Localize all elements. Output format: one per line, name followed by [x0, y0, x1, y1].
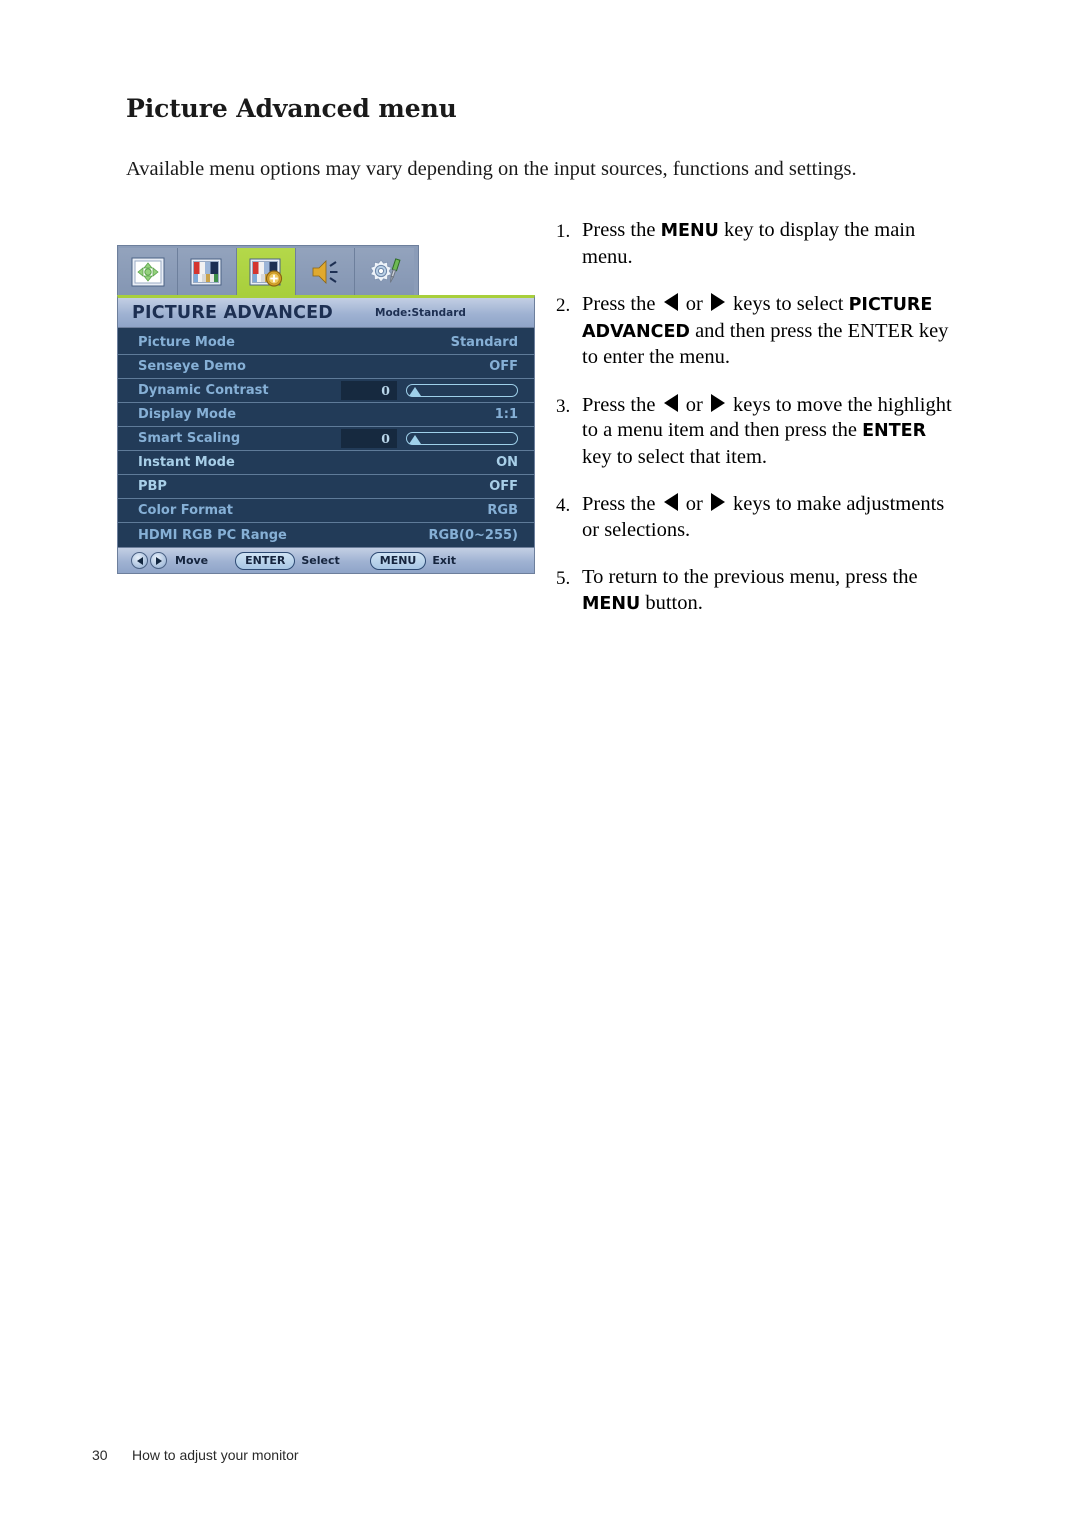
- gear-screwdriver-icon: [368, 257, 402, 287]
- step-text: Press the or keys to make adjustments or…: [582, 493, 945, 541]
- step-number: 5.: [556, 568, 571, 589]
- osd-row-value: 1:1: [494, 407, 518, 422]
- exit-label: Exit: [432, 554, 457, 567]
- osd-slider-track[interactable]: [406, 432, 518, 445]
- osd-menu-list: Picture Mode Standard Senseye Demo OFF Dynam…: [117, 328, 535, 547]
- step-number: 4.: [556, 495, 571, 516]
- system-tab[interactable]: [355, 248, 414, 295]
- picture-advanced-plus-icon: [249, 257, 283, 287]
- osd-menu-row[interactable]: Color Format RGB: [118, 499, 534, 523]
- osd-row-value: Standard: [450, 335, 518, 350]
- step-text: Press the or keys to move the highlight …: [582, 393, 952, 468]
- osd-slider-knob[interactable]: [409, 435, 421, 444]
- osd-row-label: Color Format: [138, 503, 234, 518]
- osd-slider-track[interactable]: [406, 384, 518, 397]
- osd-slider-value: 0: [341, 429, 397, 448]
- osd-menu-row[interactable]: Display Mode 1:1: [118, 403, 534, 427]
- speaker-icon: [308, 257, 342, 287]
- step-text: Press the or keys to select PICTURE ADVA…: [582, 293, 949, 368]
- osd-slider-value: 0: [341, 381, 397, 400]
- osd-row-label: Smart Scaling: [138, 431, 241, 446]
- osd-slider[interactable]: 0: [341, 381, 518, 400]
- osd-row-label: PBP: [138, 479, 167, 494]
- instruction-step: 1. Press the MENU key to display the main…: [556, 218, 956, 270]
- right-arrow-button[interactable]: [150, 552, 167, 569]
- osd-mode-indicator: Mode:Standard: [375, 306, 466, 319]
- osd-menu-row[interactable]: PBP OFF: [118, 475, 534, 499]
- emphasised-key-name: MENU: [582, 593, 641, 614]
- left-arrow-icon: [663, 393, 678, 412]
- right-arrow-icon: [710, 393, 725, 412]
- page-title: Picture Advanced menu: [126, 94, 457, 123]
- instruction-step: 5. To return to the previous menu, press …: [556, 565, 956, 617]
- emphasised-key-name: MENU: [660, 221, 719, 241]
- step-number: 3.: [556, 395, 571, 417]
- instruction-steps: 1. Press the MENU key to display the main…: [556, 218, 956, 639]
- osd-menu-row[interactable]: Instant Mode ON: [118, 451, 534, 475]
- osd-row-label: HDMI RGB PC Range: [138, 527, 287, 543]
- osd-menu-row[interactable]: Senseye Demo OFF: [118, 355, 534, 379]
- footer-section-title: How to adjust your monitor: [132, 1447, 299, 1463]
- picture-tab[interactable]: [178, 248, 237, 295]
- footer-page-number: 30: [92, 1447, 108, 1463]
- page-footer: 30 How to adjust your monitor: [92, 1447, 299, 1463]
- osd-title-bar: PICTURE ADVANCED Mode:Standard: [117, 295, 535, 328]
- osd-menu-row[interactable]: Picture Mode Standard: [118, 331, 534, 355]
- osd-row-value: RGB: [487, 503, 518, 518]
- osd-slider[interactable]: 0: [341, 429, 518, 448]
- osd-menu-row[interactable]: Smart Scaling 0: [118, 427, 534, 451]
- left-arrow-button[interactable]: [131, 552, 148, 569]
- osd-tab-bar: [117, 245, 419, 295]
- right-arrow-icon: [710, 493, 725, 511]
- osd-screenshot: PICTURE ADVANCED Mode:Standard Picture M…: [117, 245, 535, 574]
- picture-color-bars-icon: [190, 257, 224, 287]
- osd-control-bar: Move ENTER Select MENU Exit: [117, 547, 535, 574]
- osd-menu-row[interactable]: Dynamic Contrast 0: [118, 379, 534, 403]
- osd-row-label: Senseye Demo: [138, 359, 246, 374]
- osd-menu-title: PICTURE ADVANCED: [132, 302, 333, 323]
- instruction-step: 3. Press the or keys to move the highligh…: [556, 393, 956, 471]
- osd-row-value: ON: [496, 455, 518, 470]
- enter-button[interactable]: ENTER: [235, 551, 296, 570]
- display-tab[interactable]: [119, 248, 178, 295]
- osd-row-value: RGB(0~255): [428, 527, 518, 543]
- instruction-step: 2. Press the or keys to select PICTURE AD…: [556, 292, 956, 371]
- audio-tab[interactable]: [296, 248, 355, 295]
- osd-row-label: Dynamic Contrast: [138, 383, 269, 398]
- instruction-step: 4. Press the or keys to make adjustments …: [556, 492, 956, 543]
- step-text: Press the MENU key to display the main m…: [582, 219, 916, 268]
- step-text: To return to the previous menu, press th…: [582, 566, 918, 614]
- osd-row-label: Picture Mode: [138, 335, 235, 350]
- picture-advanced-tab[interactable]: [237, 248, 296, 295]
- osd-row-value: OFF: [489, 479, 518, 494]
- step-number: 2.: [556, 295, 571, 316]
- step-number: 1.: [556, 221, 571, 242]
- emphasised-key-name: ENTER: [862, 421, 927, 441]
- left-arrow-icon: [663, 293, 678, 311]
- osd-slider-knob[interactable]: [409, 387, 421, 396]
- left-arrow-icon: [663, 493, 678, 511]
- display-position-icon: [131, 257, 165, 287]
- intro-paragraph: Available menu options may vary dependin…: [126, 158, 857, 180]
- osd-row-label: Instant Mode: [138, 455, 235, 470]
- move-label: Move: [175, 554, 209, 567]
- select-label: Select: [301, 554, 340, 567]
- osd-menu-row[interactable]: HDMI RGB PC Range RGB(0~255): [118, 523, 534, 547]
- right-arrow-icon: [710, 293, 725, 311]
- emphasised-key-name: PICTURE ADVANCED: [582, 295, 933, 342]
- osd-row-label: Display Mode: [138, 407, 237, 422]
- left-arrow-icon: [136, 556, 143, 565]
- right-arrow-icon: [155, 556, 162, 565]
- osd-row-value: OFF: [489, 359, 518, 374]
- menu-button[interactable]: MENU: [369, 551, 427, 570]
